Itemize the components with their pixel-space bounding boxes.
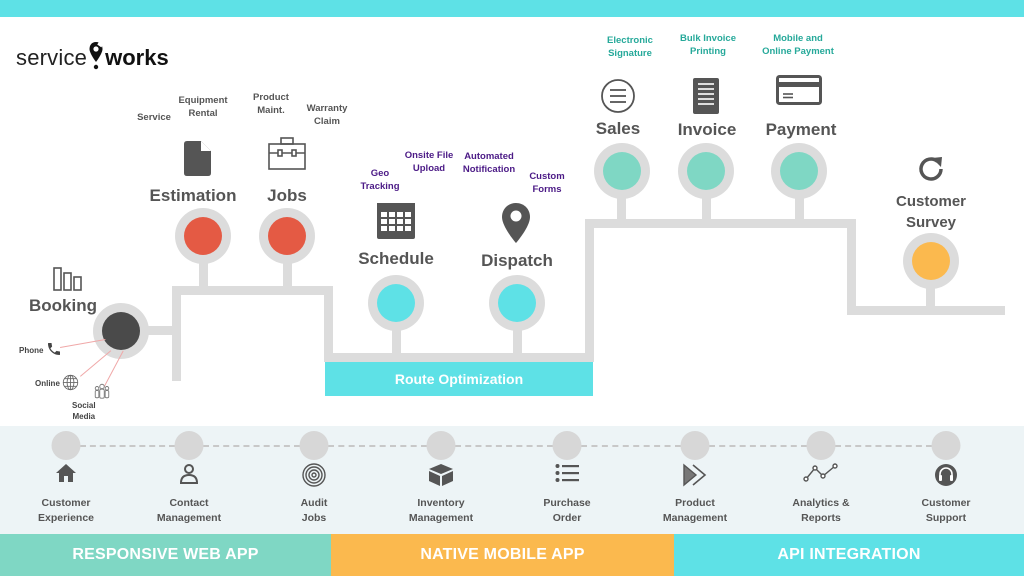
feature-dot[interactable] bbox=[552, 431, 582, 460]
feature-geo-tracking: Geo Tracking bbox=[360, 168, 400, 192]
fast-forward-icon bbox=[682, 463, 708, 492]
feature-label: Customer Experience bbox=[37, 497, 95, 524]
credit-card-icon bbox=[776, 75, 822, 110]
dashed-connector bbox=[709, 445, 807, 447]
feature-mobile-online-payment: Mobile and Online Payment bbox=[762, 33, 834, 57]
connector-line bbox=[80, 350, 112, 377]
feature-label: Analytics & Reports bbox=[792, 497, 850, 524]
stage-label-sales: Sales bbox=[595, 119, 641, 138]
dashed-connector bbox=[581, 445, 681, 447]
track-segment bbox=[324, 286, 333, 362]
stage-label-estimation: Estimation bbox=[149, 186, 237, 205]
logo-text-light: service bbox=[16, 45, 88, 70]
stage-label-customer-survey-line1: Customer bbox=[895, 193, 967, 210]
feature-equipment-rental: Equipment Rental bbox=[178, 95, 228, 119]
line-graph-icon bbox=[803, 463, 839, 488]
stage-label-dispatch: Dispatch bbox=[481, 251, 553, 270]
wrench-pin-icon bbox=[88, 40, 104, 72]
receipt-icon bbox=[693, 78, 719, 119]
track-segment bbox=[847, 219, 856, 314]
stage-label-invoice: Invoice bbox=[677, 120, 737, 139]
node-dispatch[interactable] bbox=[489, 275, 545, 331]
feature-service: Service bbox=[137, 112, 171, 123]
phone-icon bbox=[46, 341, 62, 362]
stage-label-customer-survey-line2: Survey bbox=[905, 214, 957, 231]
calendar-icon bbox=[377, 203, 415, 244]
feature-dot[interactable] bbox=[174, 431, 204, 460]
feature-dot[interactable] bbox=[680, 431, 710, 460]
feature-label: Inventory Management bbox=[408, 497, 474, 524]
feature-label: Customer Support bbox=[921, 497, 971, 524]
feature-dot[interactable] bbox=[299, 431, 329, 460]
dashed-connector bbox=[328, 445, 427, 447]
feature-automated-notification: Automated Notification bbox=[462, 151, 516, 175]
route-optimization-bar: Route Optimization bbox=[325, 362, 593, 396]
servicework-logo: service works bbox=[16, 38, 169, 72]
dashed-connector bbox=[835, 445, 932, 447]
node-schedule[interactable] bbox=[368, 275, 424, 331]
map-pin-icon bbox=[502, 203, 530, 248]
dashed-connector bbox=[80, 445, 175, 447]
feature-dot[interactable] bbox=[806, 431, 836, 460]
feature-dot[interactable] bbox=[426, 431, 456, 460]
globe-icon bbox=[62, 374, 79, 396]
node-customer-survey[interactable] bbox=[903, 233, 959, 289]
feature-label: Contact Management bbox=[156, 497, 222, 524]
feature-dot[interactable] bbox=[51, 431, 81, 460]
feature-label: Product Management bbox=[662, 497, 728, 524]
headset-icon bbox=[934, 463, 958, 492]
stage-label-jobs: Jobs bbox=[267, 186, 307, 205]
top-accent-bar bbox=[0, 0, 1024, 17]
band-native-mobile-app: NATIVE MOBILE APP bbox=[331, 534, 674, 576]
node-jobs[interactable] bbox=[259, 208, 315, 264]
box-icon bbox=[428, 463, 454, 492]
dashed-connector bbox=[455, 445, 553, 447]
feature-onsite-file-upload: Onsite File Upload bbox=[404, 150, 454, 174]
feature-electronic-signature: Electronic Signature bbox=[607, 35, 653, 59]
stage-label-payment: Payment bbox=[765, 120, 837, 139]
feature-warranty-claim: Warranty Claim bbox=[306, 103, 348, 127]
people-icon bbox=[93, 382, 111, 405]
document-icon bbox=[184, 141, 212, 181]
feature-custom-forms: Custom Forms bbox=[529, 171, 565, 195]
user-icon bbox=[178, 463, 200, 490]
feature-label: Audit Jobs bbox=[300, 497, 328, 524]
band-api-integration: API INTEGRATION bbox=[674, 534, 1024, 576]
channel-label-social-media: Social Media bbox=[72, 401, 96, 421]
stage-label-booking: Booking bbox=[29, 296, 97, 315]
node-booking[interactable] bbox=[93, 303, 149, 359]
channel-label-online: Online bbox=[35, 379, 60, 388]
channel-label-phone: Phone bbox=[19, 346, 44, 355]
refresh-icon bbox=[915, 153, 947, 190]
node-payment[interactable] bbox=[771, 143, 827, 199]
list-circle-icon bbox=[600, 78, 636, 119]
dashed-connector bbox=[203, 445, 300, 447]
node-sales[interactable] bbox=[594, 143, 650, 199]
platform-features-panel bbox=[0, 426, 1024, 534]
track-segment bbox=[172, 286, 332, 295]
track-segment bbox=[324, 353, 594, 362]
feature-bulk-invoice-printing: Bulk Invoice Printing bbox=[680, 33, 736, 57]
target-icon bbox=[302, 463, 326, 492]
list-icon bbox=[555, 463, 579, 488]
track-segment bbox=[172, 286, 181, 381]
logo-text-bold: works bbox=[105, 45, 169, 70]
band-responsive-web-app: RESPONSIVE WEB APP bbox=[0, 534, 331, 576]
bar-chart-icon bbox=[53, 267, 83, 296]
briefcase-icon bbox=[268, 137, 306, 175]
track-segment bbox=[585, 219, 594, 362]
feature-product-maint: Product Maint. bbox=[253, 92, 289, 116]
stage-label-schedule: Schedule bbox=[358, 249, 434, 268]
node-estimation[interactable] bbox=[175, 208, 231, 264]
home-icon bbox=[55, 463, 77, 488]
feature-label: Purchase Order bbox=[543, 497, 591, 524]
feature-dot[interactable] bbox=[931, 431, 961, 460]
node-invoice[interactable] bbox=[678, 143, 734, 199]
